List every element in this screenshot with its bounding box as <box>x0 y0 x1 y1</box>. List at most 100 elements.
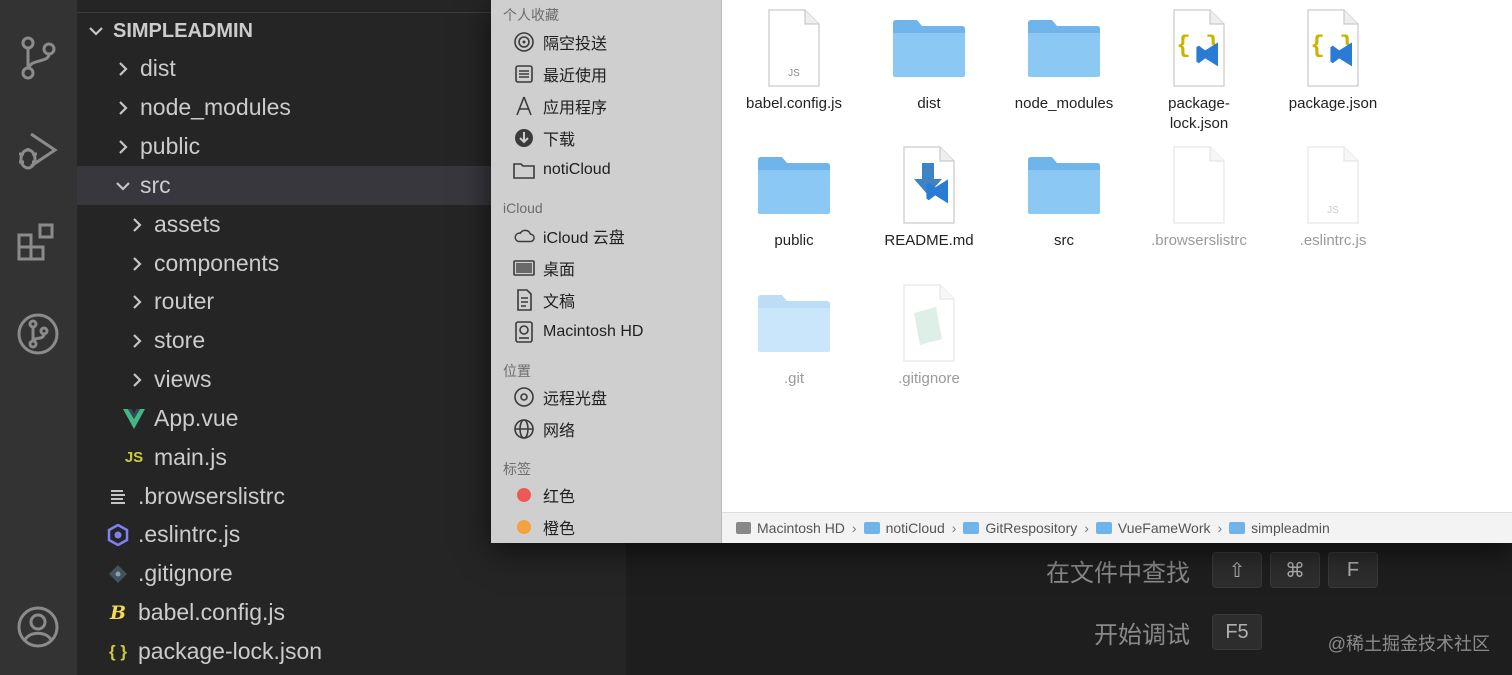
eslint-icon <box>106 523 130 546</box>
file-item-label: package- lock.json <box>1168 95 1230 132</box>
file-item-label: .gitignore <box>898 370 960 387</box>
cloud-icon <box>513 225 535 247</box>
file-item-label: README.md <box>884 232 974 249</box>
tree-item[interactable]: .gitignore <box>77 554 626 593</box>
path-separator: › <box>951 520 957 536</box>
chevron-right-icon <box>126 253 148 275</box>
network-icon <box>513 418 535 440</box>
git-graph-icon[interactable] <box>10 306 66 362</box>
tree-item-label: package-lock.json <box>138 638 323 664</box>
sidebar-item[interactable]: 最近使用 <box>513 59 607 89</box>
file-item-label: babel.config.js <box>746 95 842 112</box>
sidebar-item[interactable]: 桌面 <box>513 253 575 283</box>
document-icon: { } <box>1159 8 1239 88</box>
sidebar-item[interactable]: 隔空投送 <box>513 27 607 57</box>
file-item[interactable]: JS .eslintrc.js <box>1266 145 1400 251</box>
path-crumb-label: VueFameWork <box>1117 520 1211 536</box>
document-icon <box>889 283 969 363</box>
path-crumb[interactable]: notiCloud <box>863 520 945 536</box>
file-item-label: package.json <box>1288 95 1378 112</box>
folder-icon <box>1024 145 1104 225</box>
tree-item-label: public <box>140 133 201 159</box>
file-item[interactable]: JS babel.config.js <box>727 8 861 114</box>
chevron-right-icon <box>126 330 148 352</box>
chevron-down-icon <box>85 20 107 42</box>
key-shift: ⇧ <box>1212 552 1262 588</box>
file-item[interactable]: dist <box>862 8 996 114</box>
sidebar-item-label: 远程光盘 <box>543 391 608 408</box>
file-item[interactable]: node_modules <box>997 8 1131 114</box>
source-control-icon[interactable] <box>10 30 66 86</box>
sidebar-item-label: 应用程序 <box>543 100 608 117</box>
sidebar-item[interactable]: notiCloud <box>513 155 611 185</box>
tree-item-label: router <box>154 288 215 314</box>
run-debug-icon[interactable] <box>10 123 66 179</box>
file-item[interactable]: src <box>997 145 1131 251</box>
file-item-label: .eslintrc.js <box>1299 232 1367 249</box>
folder-icon <box>889 8 969 88</box>
tree-root-label: SIMPLEADMIN <box>113 19 253 42</box>
path-crumb[interactable]: Macintosh HD <box>736 520 845 536</box>
path-crumb[interactable]: GitRespository <box>963 520 1077 536</box>
file-item[interactable]: README.md <box>862 145 996 251</box>
path-separator: › <box>1217 520 1223 536</box>
path-crumb[interactable]: VueFameWork <box>1095 520 1211 536</box>
sidebar-item[interactable]: 红色 <box>513 480 575 510</box>
tree-item[interactable]: { } package-lock.json <box>77 632 626 671</box>
folder-icon <box>1229 522 1246 534</box>
finder-file-grid: JS babel.config.js dist node_modules { } pack… <box>722 0 1512 543</box>
downloads-icon <box>513 127 535 149</box>
file-item[interactable]: .gitignore <box>862 283 996 389</box>
sidebar-item[interactable]: 橙色 <box>513 512 575 542</box>
file-item-label: dist <box>917 95 941 112</box>
file-item[interactable]: public <box>727 145 861 251</box>
tag-dot-icon <box>513 516 535 538</box>
account-icon[interactable] <box>10 599 66 655</box>
sidebar-item-label: 橙色 <box>543 521 576 538</box>
finder-sidebar: 个人收藏 隔空投送 最近使用 应用程序 下载 notiCloud iCloud iClo… <box>491 0 722 543</box>
extensions-icon[interactable] <box>10 214 66 270</box>
sidebar-item-label: Macintosh HD <box>543 323 644 340</box>
sidebar-item[interactable]: 远程光盘 <box>513 382 607 412</box>
key-f5: F5 <box>1212 614 1262 650</box>
sidebar-item[interactable]: 应用程序 <box>513 91 607 121</box>
sidebar-item[interactable]: Macintosh HD <box>513 317 643 347</box>
file-item[interactable]: { } package- lock.json <box>1132 8 1266 134</box>
git-icon <box>106 564 130 584</box>
file-item[interactable]: .browserslistrc <box>1132 145 1266 251</box>
folder-icon <box>1024 8 1104 88</box>
document-icon <box>1159 145 1239 225</box>
tree-item-label: src <box>140 172 171 198</box>
applications-icon <box>513 95 535 117</box>
sidebar-item[interactable]: iCloud 云盘 <box>513 221 625 251</box>
chevron-right-icon <box>126 369 148 391</box>
path-crumb-label: GitRespository <box>985 520 1078 536</box>
sidebar-item-label: 桌面 <box>543 262 576 279</box>
folder-icon <box>754 145 834 225</box>
sidebar-item[interactable]: 下载 <box>513 123 575 153</box>
airdrop-icon <box>513 31 535 53</box>
chevron-down-icon <box>112 175 134 197</box>
harddisk-icon <box>513 321 535 343</box>
path-separator: › <box>851 520 857 536</box>
sidebar-item[interactable]: 文稿 <box>513 285 575 315</box>
path-separator: › <box>1084 520 1089 536</box>
path-crumb[interactable]: simpleadmin <box>1229 520 1330 536</box>
document-icon <box>513 289 535 311</box>
locations-header: 位置 <box>503 363 531 379</box>
document-icon <box>889 145 969 225</box>
hint-start-debugging: 开始调试 F5 <box>1094 614 1262 650</box>
vue-icon <box>122 408 146 429</box>
lines-icon <box>106 489 130 505</box>
tree-item[interactable]: Bbabel.config.js <box>77 593 626 632</box>
chevron-right-icon <box>112 58 134 80</box>
file-item-label: src <box>1054 232 1074 249</box>
file-item-label: .browserslistrc <box>1151 232 1247 249</box>
sidebar-item-label: 下载 <box>543 132 576 149</box>
finder-window: 个人收藏 隔空投送 最近使用 应用程序 下载 notiCloud iCloud iClo… <box>491 0 1512 543</box>
file-item[interactable]: .git <box>727 283 861 389</box>
tag-dot-icon <box>513 484 535 506</box>
document-icon: JS <box>1293 145 1373 225</box>
file-item[interactable]: { } package.json <box>1266 8 1400 114</box>
sidebar-item[interactable]: 网络 <box>513 414 575 444</box>
